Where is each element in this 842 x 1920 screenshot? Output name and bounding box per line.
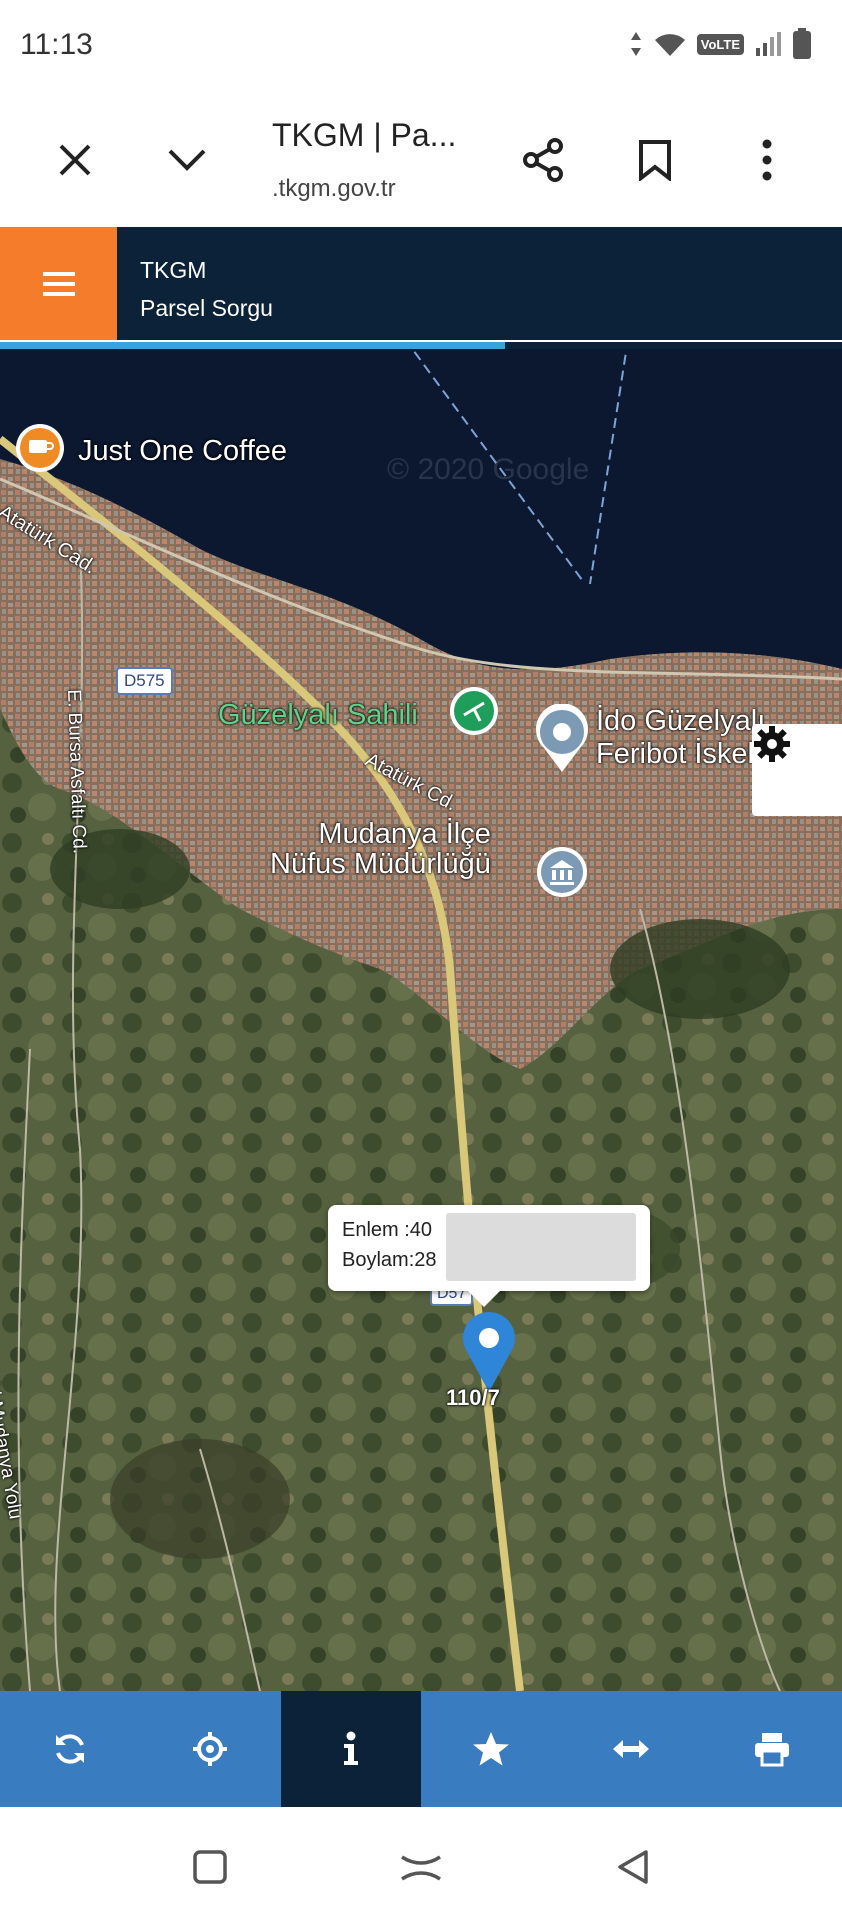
app-subtitle: Parsel Sorgu (140, 295, 273, 321)
government-poi-icon[interactable] (533, 844, 591, 904)
measure-icon (613, 1740, 650, 1758)
hamburger-icon (42, 271, 75, 296)
popup-longitude: Boylam:28 (342, 1249, 437, 1271)
loading-progress-bar (0, 342, 842, 349)
road-shield-d575: D575 (116, 667, 173, 695)
more-vert-icon (762, 139, 772, 181)
bookmark-button[interactable] (620, 125, 690, 195)
satellite-map-background (0, 349, 842, 1691)
signal-icon (756, 32, 781, 56)
recents-icon (193, 1850, 227, 1884)
map-settings-button[interactable] (752, 724, 842, 816)
map-label-mudanya[interactable]: Mudanya İlçe Nüfus Müdürlüğü (270, 819, 491, 879)
chevron-down-icon (168, 149, 206, 171)
status-time: 11:13 (20, 28, 93, 61)
info-icon (343, 1731, 358, 1765)
data-arrows-icon (630, 32, 641, 56)
map-copyright-watermark: © 2020 Google (387, 453, 590, 486)
menu-button[interactable] (0, 227, 117, 340)
print-button[interactable] (702, 1691, 842, 1807)
recents-button[interactable] (180, 1837, 240, 1897)
locate-button[interactable] (140, 1691, 280, 1807)
map-label-guzelyali-sahili[interactable]: Güzelyalı Sahili (218, 699, 418, 732)
map-toolbar (0, 1691, 842, 1807)
map-label-mudanya-line1: Mudanya İlçe (318, 818, 491, 850)
volte-badge: VoLTE (696, 33, 744, 55)
map-pin-icon[interactable] (459, 1312, 519, 1394)
print-icon (754, 1733, 789, 1767)
coordinate-popup: Enlem :40 Boylam:28 (328, 1205, 650, 1307)
close-icon (59, 144, 91, 176)
bookmark-icon (639, 140, 671, 181)
system-nav-bar (0, 1807, 842, 1920)
refresh-icon (56, 1734, 85, 1764)
back-icon (618, 1850, 648, 1884)
wifi-icon (654, 34, 685, 56)
app-title: TKGM (140, 257, 207, 283)
cafe-poi-icon[interactable] (12, 422, 68, 478)
parcel-number-label: 110/7 (446, 1385, 500, 1410)
app-header: TKGM Parsel Sorgu (0, 227, 842, 340)
beach-poi-icon[interactable] (446, 685, 502, 745)
home-button[interactable] (391, 1837, 451, 1897)
popup-redacted-area (446, 1213, 636, 1281)
page-title[interactable]: TKGM | Pa... (272, 117, 456, 154)
page-url[interactable]: .tkgm.gov.tr (272, 175, 396, 203)
map-label-coffee[interactable]: Just One Coffee (78, 435, 287, 468)
gear-icon (754, 726, 790, 762)
favorites-button[interactable] (421, 1691, 561, 1807)
browser-toolbar: TKGM | Pa... .tkgm.gov.tr (0, 95, 842, 227)
back-button[interactable] (603, 1837, 663, 1897)
progress-fill (0, 342, 506, 349)
battery-icon (793, 28, 811, 59)
more-options-button[interactable] (732, 125, 802, 195)
info-button[interactable] (280, 1691, 421, 1807)
map-label-mudanya-line2: Nüfus Müdürlüğü (270, 848, 491, 880)
status-bar: 11:13 VoLTE (0, 0, 842, 95)
status-icons: VoLTE (629, 28, 812, 60)
measure-button[interactable] (561, 1691, 701, 1807)
popup-latitude: Enlem :40 (342, 1219, 433, 1241)
refresh-button[interactable] (0, 1691, 140, 1807)
close-tab-button[interactable] (40, 125, 110, 195)
share-icon (523, 138, 563, 182)
star-icon (473, 1732, 510, 1766)
crosshair-icon (193, 1732, 228, 1766)
map-view[interactable]: Just One Coffee Atatürk Cad. © 2020 Goog… (0, 349, 842, 1691)
home-icon (401, 1855, 441, 1881)
share-button[interactable] (508, 125, 578, 195)
minimize-button[interactable] (152, 125, 222, 195)
ferry-poi-icon[interactable] (532, 704, 592, 774)
